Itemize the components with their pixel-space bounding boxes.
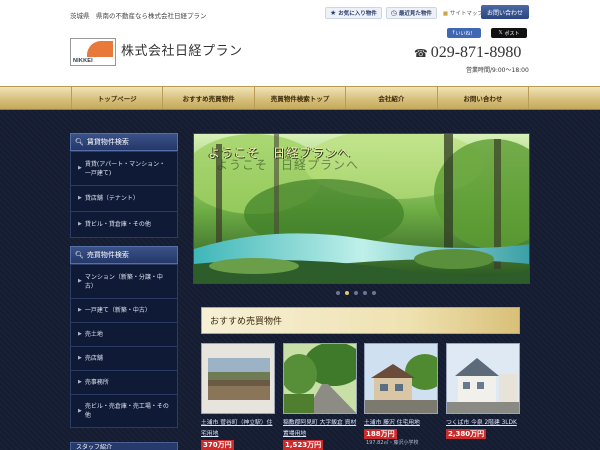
global-nav: トップページ おすすめ売買物件 売買物件検索トップ 会社紹介 お問い合わせ	[0, 86, 600, 110]
sidebar-item-label: 売ビル・売倉庫・売工場・その他	[84, 403, 169, 419]
x-icon: 𝕏	[498, 30, 503, 36]
property-name[interactable]: 稲敷郡阿見町 大字飯倉 資材置場用地	[283, 418, 357, 440]
property-photo[interactable]	[446, 343, 520, 414]
property-details: 197.82㎡・藤沢小学校	[366, 440, 419, 446]
property-name[interactable]: 土浦市 藤沢 住宅用地	[364, 418, 438, 429]
sidebar-item-label: 売店舗	[84, 355, 103, 362]
chevron-right-icon: ▶	[78, 221, 82, 227]
slider-dot[interactable]	[354, 291, 358, 295]
facebook-like-label: いいね！	[455, 30, 476, 37]
property-name[interactable]: 土浦市 菅谷町（神立駅）住宅用地	[201, 418, 275, 440]
bullet-icon: ■	[442, 11, 449, 17]
nav-recommended[interactable]: おすすめ売買物件	[163, 87, 255, 109]
sitemap-link[interactable]: ■ サイトマップ	[443, 9, 483, 17]
sidebar-item-land[interactable]: ▶ 売土地	[71, 323, 177, 347]
staff-intro-heading[interactable]: スタッフ紹介	[70, 442, 178, 450]
slider-dot-active[interactable]	[345, 291, 349, 295]
property-price: 188万円	[364, 429, 397, 439]
slider-dot[interactable]	[372, 291, 376, 295]
rental-search-title: 賃貸物件検索	[86, 138, 129, 146]
recent-viewed-button[interactable]: ◷ 最近見た物件	[385, 7, 437, 19]
nav-company[interactable]: 会社紹介	[346, 87, 438, 109]
hero-caption: ようこそ 日経プランへ	[208, 146, 352, 160]
header-contact-button[interactable]: お問い合わせ	[481, 5, 529, 19]
phone-number[interactable]: ☎ 029-871-8980	[414, 44, 521, 62]
sale-search-list: ▶ マンション（新築・分譲・中古） ▶ 一戸建て（新築・中古） ▶ 売土地 ▶ …	[70, 264, 178, 428]
x-post-button[interactable]: 𝕏 ポスト	[491, 28, 527, 38]
recommended-section-title: おすすめ売買物件	[201, 307, 520, 334]
property-photo[interactable]	[201, 343, 275, 414]
property-card[interactable]: 土浦市 藤沢 住宅用地 188万円 197.82㎡・藤沢小学校	[364, 343, 438, 450]
facebook-icon: f	[452, 30, 455, 36]
sidebar-item-shop[interactable]: ▶ 売店舗	[71, 347, 177, 371]
sidebar-item-label: 賃貸(アパート・マンション・一戸建て)	[84, 160, 166, 177]
facebook-like-button[interactable]: f いいね！	[447, 28, 481, 38]
sidebar-item-label: 売事務所	[84, 379, 109, 386]
history-icon: ◷	[390, 9, 397, 17]
search-icon: 🔍︎	[75, 138, 84, 146]
nav-top[interactable]: トップページ	[71, 87, 164, 109]
sidebar-item-rental-residential[interactable]: ▶ 賃貸(アパート・マンション・一戸建て)	[71, 152, 177, 186]
property-price: 1,523万円	[283, 440, 324, 450]
property-photo[interactable]	[283, 343, 357, 414]
sidebar-item-label: 貸ビル・貸倉庫・その他	[84, 221, 151, 228]
sidebar-item-label: 貸店舗（テナント）	[84, 195, 139, 202]
phone-icon: ☎	[414, 47, 428, 60]
company-name[interactable]: 株式会社日経プラン	[121, 40, 243, 59]
rental-search-heading: 🔍︎ 賃貸物件検索	[70, 133, 178, 151]
sidebar-item-office[interactable]: ▶ 売事務所	[71, 371, 177, 395]
slider-dots	[336, 291, 376, 295]
star-icon: ★	[330, 9, 337, 17]
property-card[interactable]: つくば市 今泉 2階建 3LDK 2,380万円	[446, 343, 520, 450]
chevron-right-icon: ▶	[78, 379, 82, 385]
logo-mark	[87, 41, 113, 57]
sidebar-item-rental-building[interactable]: ▶ 貸ビル・貸倉庫・その他	[71, 212, 177, 237]
sidebar-item-label: 一戸建て（新築・中古）	[84, 307, 151, 314]
hero-slider[interactable]: ようこそ 日経プランへ ようこそ 日経プランへ	[193, 133, 530, 284]
company-logo[interactable]: NIKKEI	[70, 38, 116, 66]
nav-sale-search[interactable]: 売買物件検索トップ	[255, 87, 347, 109]
property-price: 2,380万円	[446, 429, 487, 439]
chevron-right-icon: ▶	[78, 307, 82, 313]
logo-text: NIKKEI	[73, 58, 93, 64]
recent-viewed-label: 最近見た物件	[398, 11, 432, 17]
chevron-right-icon: ▶	[78, 355, 82, 361]
sidebar-item-label: マンション（新築・分譲・中古）	[84, 273, 163, 290]
property-name[interactable]: つくば市 今泉 2階建 3LDK	[446, 418, 520, 429]
property-photo[interactable]	[364, 343, 438, 414]
header-tools: ★ お気に入り物件 ◷ 最近見た物件 ■ サイトマップ	[325, 7, 483, 19]
chevron-right-icon: ▶	[78, 165, 82, 171]
chevron-right-icon: ▶	[78, 278, 82, 284]
sidebar-item-building[interactable]: ▶ 売ビル・売倉庫・売工場・その他	[71, 395, 177, 427]
search-icon: 🔍︎	[75, 251, 84, 259]
site-tagline: 茨城県 県南の不動産なら株式会社日経プラン	[70, 12, 207, 20]
favorites-button[interactable]: ★ お気に入り物件	[325, 7, 382, 19]
slider-dot[interactable]	[336, 291, 340, 295]
chevron-right-icon: ▶	[78, 195, 82, 201]
business-hours: 営業時間/9:00～18:00	[466, 67, 529, 74]
phone-text: 029-871-8980	[430, 44, 522, 61]
sidebar-item-mansion[interactable]: ▶ マンション（新築・分譲・中古）	[71, 265, 177, 299]
sale-search-heading: 🔍︎ 売買物件検索	[70, 246, 178, 264]
favorites-label: お気に入り物件	[338, 11, 377, 17]
chevron-right-icon: ▶	[78, 331, 82, 337]
site-header: 茨城県 県南の不動産なら株式会社日経プラン ★ お気に入り物件 ◷ 最近見た物件…	[0, 0, 600, 86]
sale-search-title: 売買物件検索	[86, 251, 129, 259]
sidebar-item-label: 売土地	[84, 331, 103, 338]
x-post-label: ポスト	[504, 30, 520, 37]
property-card[interactable]: 土浦市 菅谷町（神立駅）住宅用地 370万円	[201, 343, 275, 450]
sidebar-item-rental-shop[interactable]: ▶ 貸店舗（テナント）	[71, 186, 177, 212]
rental-search-list: ▶ 賃貸(アパート・マンション・一戸建て) ▶ 貸店舗（テナント） ▶ 貸ビル・…	[70, 151, 178, 238]
slider-dot[interactable]	[363, 291, 367, 295]
nav-contact[interactable]: お問い合わせ	[438, 87, 530, 109]
property-card[interactable]: 稲敷郡阿見町 大字飯倉 資材置場用地 1,523万円	[283, 343, 357, 450]
sidebar-item-house[interactable]: ▶ 一戸建て（新築・中古）	[71, 299, 177, 323]
chevron-right-icon: ▶	[78, 407, 82, 414]
sitemap-label: サイトマップ	[449, 11, 483, 17]
property-price: 370万円	[201, 440, 234, 450]
